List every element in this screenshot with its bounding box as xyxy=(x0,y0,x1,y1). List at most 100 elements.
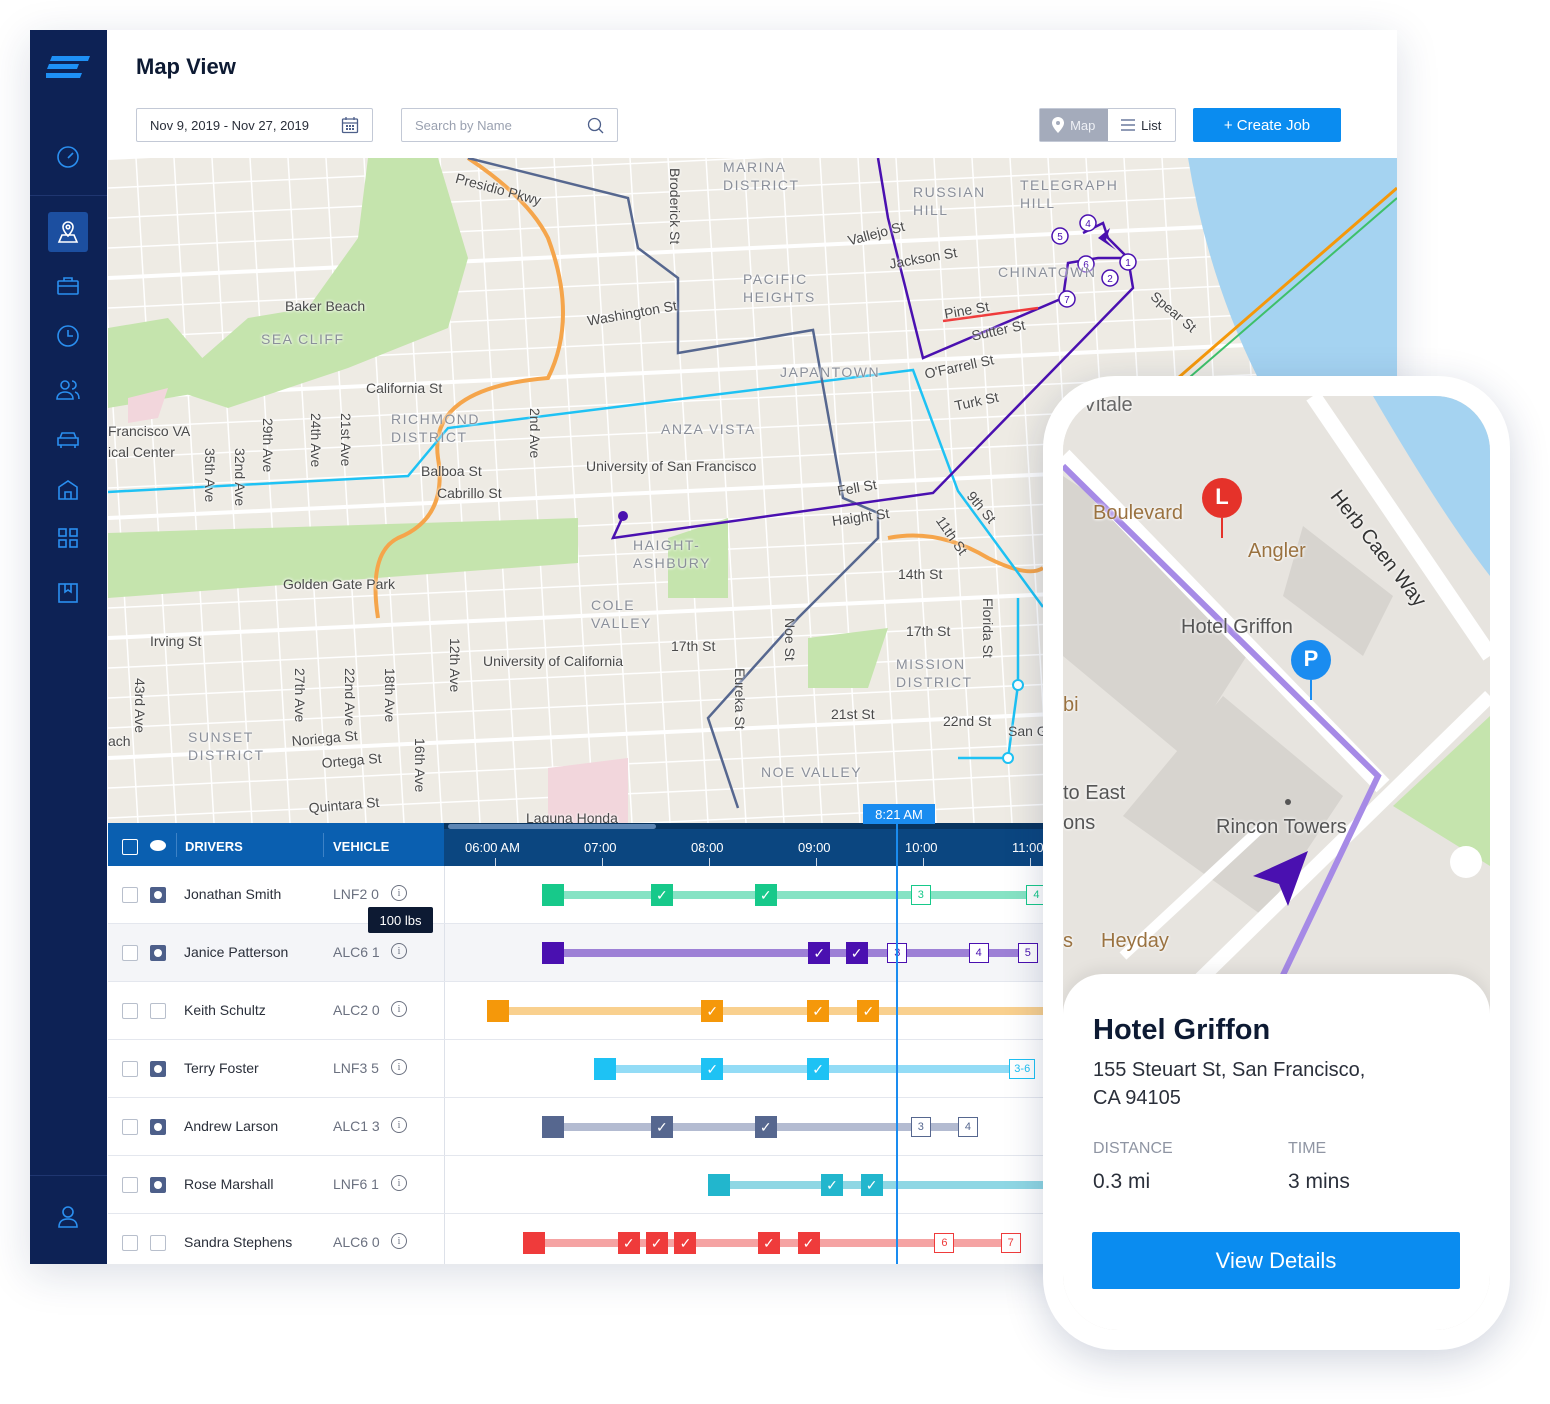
list-view-button[interactable]: List xyxy=(1108,109,1176,141)
completed-stop-check-icon[interactable]: ✓ xyxy=(860,1174,883,1196)
map-label: 27th Ave xyxy=(292,668,308,723)
view-details-button[interactable]: View Details xyxy=(1092,1232,1460,1289)
clock-icon[interactable] xyxy=(48,316,88,356)
vehicle-icon[interactable] xyxy=(48,420,88,460)
completed-stop-check-icon[interactable]: ✓ xyxy=(757,1232,780,1254)
visibility-toggle[interactable] xyxy=(150,1119,166,1135)
driver-checkbox[interactable] xyxy=(122,1003,138,1019)
drivers-column-header[interactable]: DRIVERS xyxy=(185,839,243,854)
timeline-scrollbar[interactable] xyxy=(448,824,656,829)
completed-stop-check-icon[interactable]: ✓ xyxy=(807,1000,830,1022)
route-start-marker[interactable] xyxy=(487,1000,510,1022)
map-label: Irving St xyxy=(150,633,202,649)
apps-icon[interactable] xyxy=(48,518,88,558)
vehicle-load-tooltip: 100 lbs xyxy=(368,907,433,933)
info-icon[interactable]: i xyxy=(391,1059,407,1075)
map-label: RUSSIAN HILL xyxy=(913,184,986,218)
search-input[interactable]: Search by Name xyxy=(401,108,618,142)
select-all-checkbox[interactable] xyxy=(122,839,138,855)
create-job-button[interactable]: + Create Job xyxy=(1193,108,1341,142)
warehouse-icon[interactable] xyxy=(48,470,88,510)
completed-stop-check-icon[interactable]: ✓ xyxy=(701,1058,724,1080)
pending-stop-marker[interactable]: 4 xyxy=(968,943,989,963)
page-title: Map View xyxy=(136,54,236,79)
completed-stop-check-icon[interactable]: ✓ xyxy=(650,1116,673,1138)
completed-stop-check-icon[interactable]: ✓ xyxy=(821,1174,844,1196)
map-label: Eureka St xyxy=(732,668,748,730)
briefcase-icon[interactable] xyxy=(48,266,88,306)
driver-checkbox[interactable] xyxy=(122,1177,138,1193)
info-icon[interactable]: i xyxy=(391,885,407,901)
parking-pin-letter[interactable]: P xyxy=(1297,646,1325,672)
completed-stop-check-icon[interactable]: ✓ xyxy=(650,884,673,906)
completed-stop-check-icon[interactable]: ✓ xyxy=(857,1000,880,1022)
visibility-toggle[interactable] xyxy=(150,887,166,903)
completed-stop-check-icon[interactable]: ✓ xyxy=(797,1232,820,1254)
pending-stop-marker[interactable]: 3 xyxy=(910,1117,931,1137)
map-view-button[interactable]: Map xyxy=(1040,109,1108,141)
route-start-marker[interactable] xyxy=(707,1174,730,1196)
pending-stop-marker[interactable]: 5 xyxy=(1017,943,1038,963)
phone-map xyxy=(1063,396,1490,996)
map-label: SUNSET DISTRICT xyxy=(188,729,265,763)
driver-checkbox[interactable] xyxy=(122,1061,138,1077)
completed-stop-check-icon[interactable]: ✓ xyxy=(701,1000,724,1022)
eye-icon[interactable] xyxy=(150,840,166,851)
completed-stop-check-icon[interactable]: ✓ xyxy=(808,942,831,964)
map-label: Cabrillo St xyxy=(437,485,502,501)
visibility-toggle[interactable] xyxy=(150,1003,166,1019)
current-time-badge: 8:21 AM xyxy=(863,804,935,824)
completed-stop-check-icon[interactable]: ✓ xyxy=(674,1232,697,1254)
completed-stop-check-icon[interactable]: ✓ xyxy=(617,1232,640,1254)
map-label: Baker Beach xyxy=(285,298,366,314)
dashboard-icon[interactable] xyxy=(48,137,88,177)
info-icon[interactable]: i xyxy=(391,1001,407,1017)
route-start-marker[interactable] xyxy=(541,942,564,964)
map-icon[interactable] xyxy=(48,212,88,252)
route-start-marker[interactable] xyxy=(594,1058,617,1080)
date-range-picker[interactable]: Nov 9, 2019 - Nov 27, 2019 xyxy=(136,108,373,142)
info-icon[interactable]: i xyxy=(391,1117,407,1133)
info-icon[interactable]: i xyxy=(391,1175,407,1191)
completed-stop-check-icon[interactable]: ✓ xyxy=(645,1232,668,1254)
route-start-marker[interactable] xyxy=(522,1232,545,1254)
route-start-marker[interactable] xyxy=(541,884,564,906)
profile-icon[interactable] xyxy=(48,1196,88,1236)
vehicle-column-header[interactable]: VEHICLE xyxy=(333,839,389,854)
pending-stop-marker[interactable]: 3 xyxy=(910,885,931,905)
map-label: University of San Francisco xyxy=(586,458,757,474)
visibility-toggle[interactable] xyxy=(150,1235,166,1251)
driver-checkbox[interactable] xyxy=(122,945,138,961)
vehicle-id: ALC6 1 xyxy=(333,944,380,960)
completed-stop-check-icon[interactable]: ✓ xyxy=(845,942,868,964)
visibility-toggle[interactable] xyxy=(150,1061,166,1077)
info-icon[interactable]: i xyxy=(391,1233,407,1249)
time-tick-label: 09:00 xyxy=(798,840,831,855)
pending-stop-marker[interactable]: 3-6 xyxy=(1009,1059,1036,1079)
completed-stop-check-icon[interactable]: ✓ xyxy=(754,1116,777,1138)
info-icon[interactable]: i xyxy=(391,943,407,959)
map-label: RICHMOND DISTRICT xyxy=(391,411,480,445)
pending-stop-marker[interactable]: 7 xyxy=(1000,1233,1021,1253)
driver-checkbox[interactable] xyxy=(122,1235,138,1251)
driver-checkbox[interactable] xyxy=(122,1119,138,1135)
pending-stop-marker[interactable]: 4 xyxy=(957,1117,978,1137)
time-tick-label: 11:00 xyxy=(1012,840,1044,855)
map-label: 16th Ave xyxy=(412,738,428,793)
map-label: MARINA DISTRICT xyxy=(723,159,800,193)
book-icon[interactable] xyxy=(48,573,88,613)
visibility-toggle[interactable] xyxy=(150,945,166,961)
start-pin-letter[interactable]: L xyxy=(1208,484,1236,510)
route-start-marker[interactable] xyxy=(541,1116,564,1138)
calendar-icon xyxy=(341,117,359,134)
vehicle-id: LNF2 0 xyxy=(333,886,379,902)
completed-stop-check-icon[interactable]: ✓ xyxy=(754,884,777,906)
visibility-toggle[interactable] xyxy=(150,1177,166,1193)
team-icon[interactable] xyxy=(48,370,88,410)
date-range-value: Nov 9, 2019 - Nov 27, 2019 xyxy=(150,117,309,133)
completed-stop-check-icon[interactable]: ✓ xyxy=(807,1058,830,1080)
pending-stop-marker[interactable]: 6 xyxy=(934,1233,955,1253)
time-tick-label: 08:00 xyxy=(691,840,724,855)
header: Map View Nov 9, 2019 - Nov 27, 2019 Sear… xyxy=(107,30,1397,158)
driver-checkbox[interactable] xyxy=(122,887,138,903)
